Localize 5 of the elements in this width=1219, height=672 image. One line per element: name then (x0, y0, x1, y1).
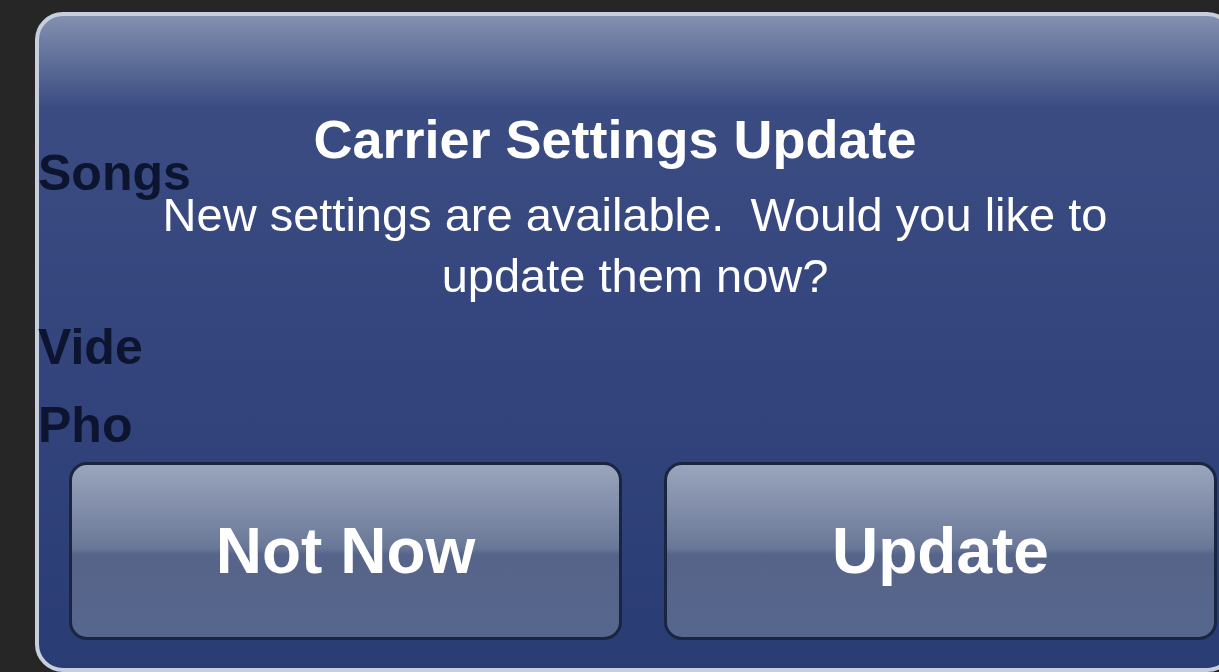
list-item-label[interactable]: Songs (38, 148, 191, 198)
alert-button[interactable]: Not Now (69, 462, 622, 640)
list-item-label[interactable]: Pho (38, 400, 133, 450)
alert-title: Carrier Settings Update (313, 108, 918, 171)
alert-button[interactable]: Update (664, 462, 1217, 640)
